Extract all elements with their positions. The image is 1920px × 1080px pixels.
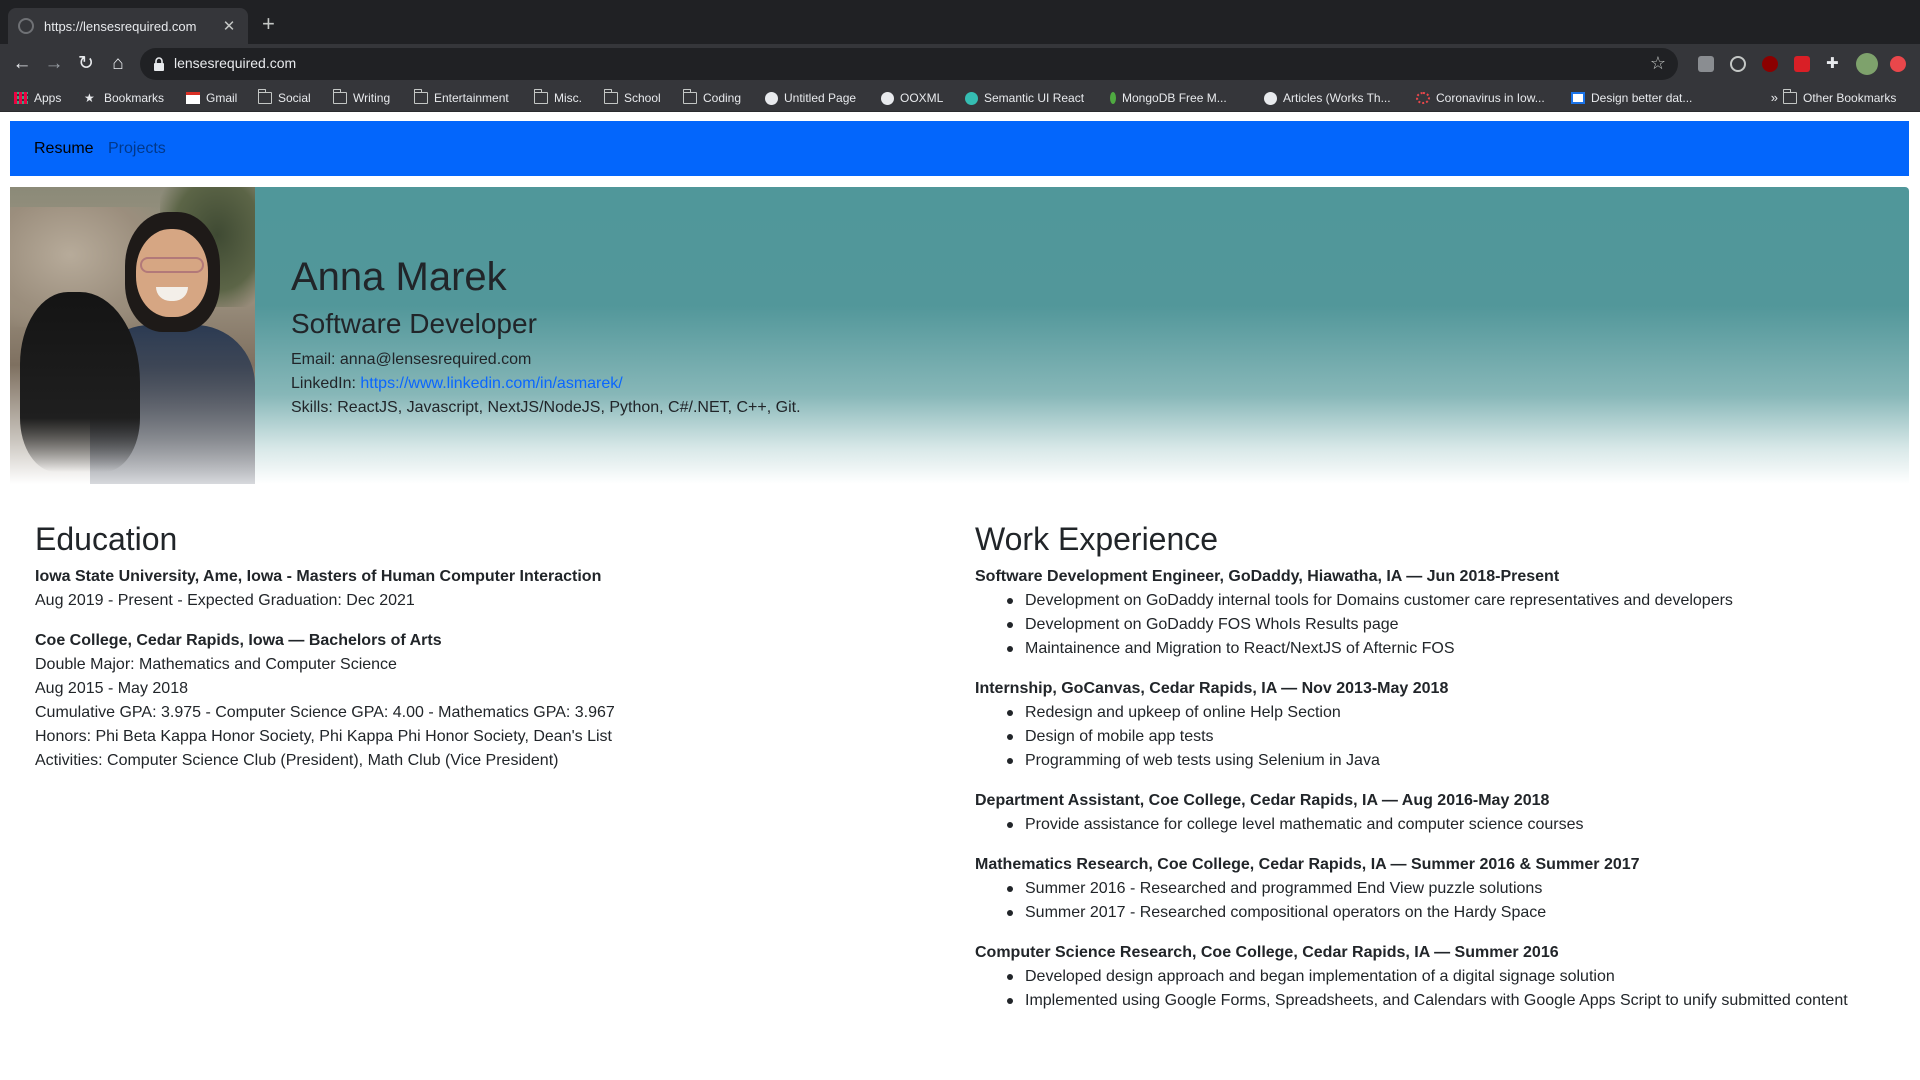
- work-bullet: Design of mobile app tests: [1007, 726, 1214, 748]
- wordpress-icon: [1264, 91, 1277, 105]
- tab-title: https://lensesrequired.com: [44, 18, 197, 34]
- apps-grid-icon: [14, 92, 28, 104]
- globe-icon: [881, 91, 894, 105]
- education-line: Honors: Phi Beta Kappa Honor Society, Ph…: [35, 728, 612, 745]
- folder-icon: [413, 89, 428, 104]
- lock-icon: [154, 57, 164, 71]
- profile-avatar[interactable]: [1856, 53, 1878, 75]
- work-entry-title: Computer Science Research, Coe College, …: [975, 944, 1559, 961]
- work-entry-title: Department Assistant, Coe College, Cedar…: [975, 792, 1550, 809]
- dots-icon: [1416, 92, 1430, 104]
- bookmark-folder-school[interactable]: School: [603, 89, 661, 107]
- education-line: Activities: Computer Science Club (Presi…: [35, 752, 559, 769]
- profile-photo: [10, 187, 255, 484]
- profile-email: Email: anna@lensesrequired.com: [291, 351, 532, 368]
- globe-icon: [765, 91, 778, 105]
- education-line: Cumulative GPA: 3.975 - Computer Science…: [35, 704, 615, 721]
- work-entry-title: Software Development Engineer, GoDaddy, …: [975, 568, 1560, 585]
- profile-name: Anna Marek: [291, 255, 507, 299]
- work-bullet: Implemented using Google Forms, Spreadsh…: [1007, 990, 1848, 1012]
- work-bullet: Developed design approach and began impl…: [1007, 966, 1615, 988]
- bookmark-folder-entertainment[interactable]: Entertainment: [413, 89, 509, 107]
- bookmark-gmail[interactable]: Gmail: [186, 89, 237, 107]
- bookmark-untitled-page[interactable]: Untitled Page: [765, 89, 856, 107]
- work-heading: Work Experience: [975, 521, 1219, 557]
- work-bullet: Summer 2016 - Researched and programmed …: [1007, 878, 1542, 900]
- bookmark-apps[interactable]: Apps: [14, 89, 61, 107]
- email-value: anna@lensesrequired.com: [339, 351, 532, 368]
- extension-pink-icon[interactable]: [1890, 56, 1906, 72]
- nav-resume-link[interactable]: Resume: [34, 140, 94, 158]
- work-entry-title: Mathematics Research, Coe College, Cedar…: [975, 856, 1640, 873]
- new-tab-button[interactable]: +: [262, 13, 275, 35]
- tab-strip: https://lensesrequired.com ✕ +: [0, 0, 1920, 44]
- skills-value: ReactJS, Javascript, NextJS/NodeJS, Pyth…: [337, 399, 801, 416]
- folder-icon: [332, 89, 347, 104]
- profile-linkedin: LinkedIn: https://www.linkedin.com/in/as…: [291, 375, 623, 392]
- profile-title: Software Developer: [291, 308, 537, 339]
- bookmark-mongodb[interactable]: MongoDB Free M...: [1110, 89, 1227, 107]
- bookmark-bookmarks[interactable]: ★ Bookmarks: [84, 89, 164, 107]
- bookmark-star-icon[interactable]: ☆: [1650, 53, 1666, 74]
- mongodb-leaf-icon: [1110, 92, 1116, 104]
- education-entry-title: Iowa State University, Ame, Iowa - Maste…: [35, 568, 602, 585]
- education-line: Aug 2015 - May 2018: [35, 680, 188, 697]
- semantic-ui-icon: [965, 91, 978, 105]
- bookmark-folder-misc[interactable]: Misc.: [533, 89, 582, 107]
- chart-icon: [1571, 92, 1585, 104]
- address-bar[interactable]: lensesrequired.com ☆: [140, 48, 1678, 80]
- star-icon: ★: [84, 91, 95, 105]
- work-bullet: Maintainence and Migration to React/Next…: [1007, 638, 1455, 660]
- extension-target-icon[interactable]: [1730, 56, 1746, 72]
- bookmark-ooxml[interactable]: OOXML: [881, 89, 943, 107]
- forward-arrow-icon[interactable]: →: [42, 52, 66, 76]
- browser-toolbar: ← → ↻ ⌂ lensesrequired.com ☆ ✚: [0, 44, 1920, 84]
- work-bullet: Development on GoDaddy internal tools fo…: [1007, 590, 1733, 612]
- bookmark-design-better-data[interactable]: Design better dat...: [1571, 89, 1692, 107]
- site-navbar: Resume Projects: [10, 121, 1909, 176]
- folder-icon: [1782, 89, 1797, 104]
- nav-projects-link[interactable]: Projects: [108, 140, 166, 158]
- folder-icon: [533, 89, 548, 104]
- bookmark-other-bookmarks[interactable]: Other Bookmarks: [1782, 89, 1896, 107]
- globe-icon: [18, 18, 34, 34]
- bookmark-coronavirus[interactable]: Coronavirus in Iow...: [1416, 89, 1545, 107]
- work-bullet: Redesign and upkeep of online Help Secti…: [1007, 702, 1341, 724]
- work-bullet: Provide assistance for college level mat…: [1007, 814, 1584, 836]
- extension-icon[interactable]: [1698, 56, 1714, 72]
- more-bookmarks-icon[interactable]: »: [1771, 90, 1778, 105]
- browser-tab[interactable]: https://lensesrequired.com ✕: [8, 8, 248, 44]
- work-bullet: Programming of web tests using Selenium …: [1007, 750, 1380, 772]
- profile-skills: Skills: ReactJS, Javascript, NextJS/Node…: [291, 399, 801, 416]
- gmail-icon: [186, 92, 200, 104]
- work-entry-title: Internship, GoCanvas, Cedar Rapids, IA —…: [975, 680, 1449, 697]
- extension-red-icon[interactable]: [1794, 56, 1810, 72]
- home-icon[interactable]: ⌂: [106, 52, 130, 76]
- close-tab-icon[interactable]: ✕: [220, 17, 238, 35]
- education-line: Aug 2019 - Present - Expected Graduation…: [35, 592, 415, 609]
- folder-icon: [257, 89, 272, 104]
- ublock-icon[interactable]: [1762, 56, 1778, 72]
- work-bullet: Summer 2017 - Researched compositional o…: [1007, 902, 1546, 924]
- url-text[interactable]: lensesrequired.com: [174, 55, 296, 71]
- bookmark-folder-coding[interactable]: Coding: [682, 89, 741, 107]
- bookmark-folder-writing[interactable]: Writing: [332, 89, 390, 107]
- back-arrow-icon[interactable]: ←: [10, 52, 34, 76]
- education-line: Double Major: Mathematics and Computer S…: [35, 656, 397, 673]
- bookmark-folder-social[interactable]: Social: [257, 89, 311, 107]
- bookmark-semantic-ui-react[interactable]: Semantic UI React: [965, 89, 1084, 107]
- bookmark-articles[interactable]: Articles (Works Th...: [1264, 89, 1391, 107]
- bookmarks-bar: Apps ★ Bookmarks Gmail Social Writing Ent…: [0, 84, 1920, 112]
- work-bullet: Development on GoDaddy FOS WhoIs Results…: [1007, 614, 1399, 636]
- puzzle-icon[interactable]: ✚: [1826, 56, 1842, 72]
- education-heading: Education: [35, 521, 178, 557]
- linkedin-link[interactable]: https://www.linkedin.com/in/asmarek/: [360, 375, 622, 392]
- folder-icon: [603, 89, 618, 104]
- folder-icon: [682, 89, 697, 104]
- reload-icon[interactable]: ↻: [74, 52, 98, 76]
- education-entry-title: Coe College, Cedar Rapids, Iowa — Bachel…: [35, 632, 442, 649]
